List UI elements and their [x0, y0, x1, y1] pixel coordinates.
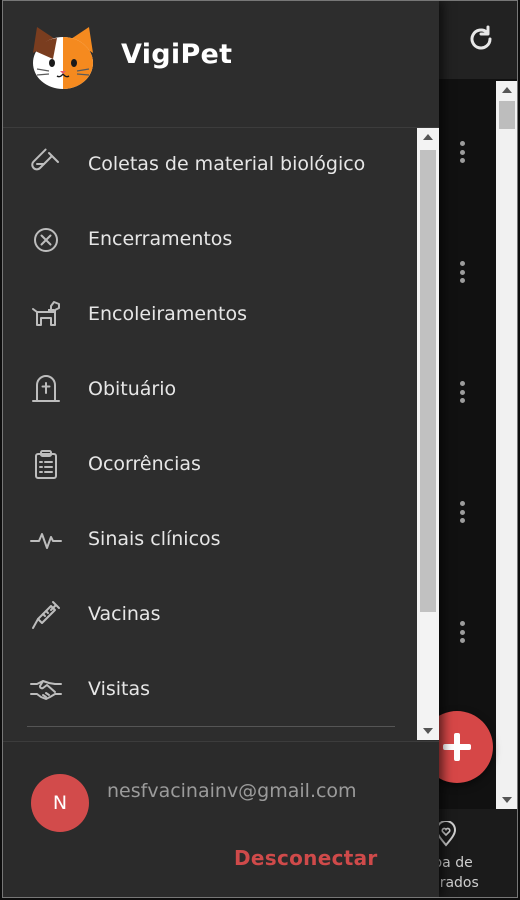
logout-button[interactable]: Desconectar [234, 846, 378, 870]
dog-collar-icon [32, 301, 60, 326]
navigation-drawer: VigiPet Coletas de material biológico En… [3, 1, 439, 897]
user-email: nesfvacinainv@gmail.com [107, 780, 357, 802]
menu-item-coletas[interactable]: Coletas de material biológico [3, 128, 415, 203]
menu-item-encerramentos[interactable]: Encerramentos [3, 203, 415, 278]
scroll-down-icon[interactable] [502, 797, 512, 803]
menu-item-visitas[interactable]: Visitas [3, 653, 415, 728]
menu-item-obituario[interactable]: Obituário [3, 353, 415, 428]
more-options-icon[interactable] [455, 261, 469, 283]
menu-item-label: Visitas [88, 678, 151, 700]
drawer-header: VigiPet [3, 1, 439, 128]
menu-item-ocorrencias[interactable]: Ocorrências [3, 428, 415, 503]
more-options-icon[interactable] [455, 141, 469, 163]
menu-item-label: Coletas de material biológico [88, 153, 366, 175]
clipboard-list-icon [35, 450, 57, 479]
menu-item-label: Vacinas [88, 603, 161, 625]
background-scrollbar[interactable] [496, 81, 517, 809]
drawer-footer: N nesfvacinainv@gmail.com Desconectar [3, 741, 439, 897]
scroll-up-icon[interactable] [423, 134, 433, 140]
menu-item-label: Ocorrências [88, 453, 201, 475]
menu-item-encoleiramentos[interactable]: Encoleiramentos [3, 278, 415, 353]
menu-item-label: Sinais clínicos [88, 528, 221, 550]
more-options-icon[interactable] [455, 501, 469, 523]
cat-face-logo-icon [33, 27, 93, 89]
drawer-menu: Coletas de material biológico Encerramen… [3, 128, 415, 740]
more-options-icon[interactable] [455, 621, 469, 643]
menu-item-label: Obituário [88, 378, 177, 400]
scroll-down-icon[interactable] [423, 728, 433, 734]
avatar[interactable]: N [31, 774, 89, 832]
scrollbar-thumb[interactable] [499, 101, 515, 129]
handshake-icon [30, 680, 62, 700]
app-title: VigiPet [121, 39, 233, 70]
menu-divider [27, 726, 395, 727]
app-window: pa de eirados VigiPet Coletas de materia… [2, 0, 518, 898]
menu-item-vacinas[interactable]: Vacinas [3, 578, 415, 653]
scroll-up-icon[interactable] [502, 87, 512, 93]
scrollbar-thumb[interactable] [420, 150, 436, 612]
gravestone-icon [32, 375, 60, 402]
drawer-scrollbar[interactable] [417, 128, 439, 740]
refresh-icon[interactable] [465, 23, 497, 55]
more-options-icon[interactable] [455, 381, 469, 403]
test-tube-icon [31, 148, 59, 171]
menu-item-sinais-clinicos[interactable]: Sinais clínicos [3, 503, 415, 578]
menu-item-label: Encoleiramentos [88, 303, 248, 325]
syringe-icon [32, 601, 60, 629]
x-circle-icon [34, 228, 58, 252]
heartbeat-icon [30, 533, 62, 549]
menu-item-label: Encerramentos [88, 228, 233, 250]
